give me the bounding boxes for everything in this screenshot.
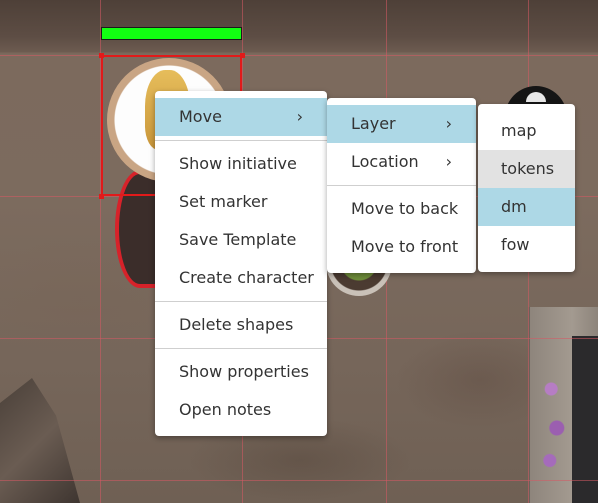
grid-line bbox=[0, 480, 598, 481]
dark-object bbox=[572, 336, 598, 503]
menu-item-set-marker[interactable]: Set marker bbox=[155, 183, 327, 221]
menu-divider bbox=[155, 301, 327, 302]
menu-item-label: Move bbox=[179, 107, 222, 126]
stone-wall bbox=[0, 0, 598, 52]
menu-item-label: Show properties bbox=[179, 362, 309, 381]
menu-item-show-properties[interactable]: Show properties bbox=[155, 353, 327, 391]
menu-item-create-character[interactable]: Create character bbox=[155, 259, 327, 297]
menu-divider bbox=[155, 348, 327, 349]
menu-item-label: Open notes bbox=[179, 400, 272, 419]
menu-item-layer-map[interactable]: map bbox=[478, 112, 575, 150]
purple-plant bbox=[540, 350, 568, 480]
menu-item-layer-tokens[interactable]: tokens bbox=[478, 150, 575, 188]
menu-item-label: Move to front bbox=[351, 237, 459, 256]
rock-terrain bbox=[0, 378, 80, 503]
resize-handle[interactable] bbox=[99, 194, 104, 199]
menu-item-label: Create character bbox=[179, 268, 314, 287]
menu-item-label: Layer bbox=[351, 114, 396, 133]
grid-line bbox=[0, 55, 598, 56]
menu-item-label: map bbox=[501, 121, 537, 140]
menu-item-move[interactable]: Move › bbox=[155, 98, 327, 136]
menu-divider bbox=[155, 140, 327, 141]
menu-item-label: Delete shapes bbox=[179, 315, 294, 334]
move-submenu: Layer › Location › Move to back Move to … bbox=[327, 98, 476, 273]
menu-item-show-initiative[interactable]: Show initiative bbox=[155, 145, 327, 183]
menu-item-label: dm bbox=[501, 197, 527, 216]
menu-item-label: Move to back bbox=[351, 199, 459, 218]
chevron-right-icon: › bbox=[445, 114, 452, 133]
context-menu: Move › Show initiative Set marker Save T… bbox=[155, 91, 327, 436]
chevron-right-icon: › bbox=[445, 152, 452, 171]
menu-item-open-notes[interactable]: Open notes bbox=[155, 391, 327, 429]
menu-item-label: Set marker bbox=[179, 192, 268, 211]
menu-item-label: Save Template bbox=[179, 230, 297, 249]
menu-item-move-to-front[interactable]: Move to front bbox=[327, 228, 476, 266]
token-health-bar bbox=[101, 27, 242, 40]
resize-handle[interactable] bbox=[240, 53, 245, 58]
chevron-right-icon: › bbox=[296, 107, 303, 126]
menu-item-layer[interactable]: Layer › bbox=[327, 105, 476, 143]
menu-item-location[interactable]: Location › bbox=[327, 143, 476, 181]
menu-item-move-to-back[interactable]: Move to back bbox=[327, 190, 476, 228]
layer-submenu: map tokens dm fow bbox=[478, 104, 575, 272]
menu-divider bbox=[327, 185, 476, 186]
menu-item-layer-fow[interactable]: fow bbox=[478, 226, 575, 264]
resize-handle[interactable] bbox=[99, 53, 104, 58]
menu-item-label: tokens bbox=[501, 159, 555, 178]
menu-item-layer-dm[interactable]: dm bbox=[478, 188, 575, 226]
menu-item-label: Show initiative bbox=[179, 154, 297, 173]
menu-item-label: fow bbox=[501, 235, 530, 254]
menu-item-label: Location bbox=[351, 152, 419, 171]
menu-item-delete-shapes[interactable]: Delete shapes bbox=[155, 306, 327, 344]
menu-item-save-template[interactable]: Save Template bbox=[155, 221, 327, 259]
